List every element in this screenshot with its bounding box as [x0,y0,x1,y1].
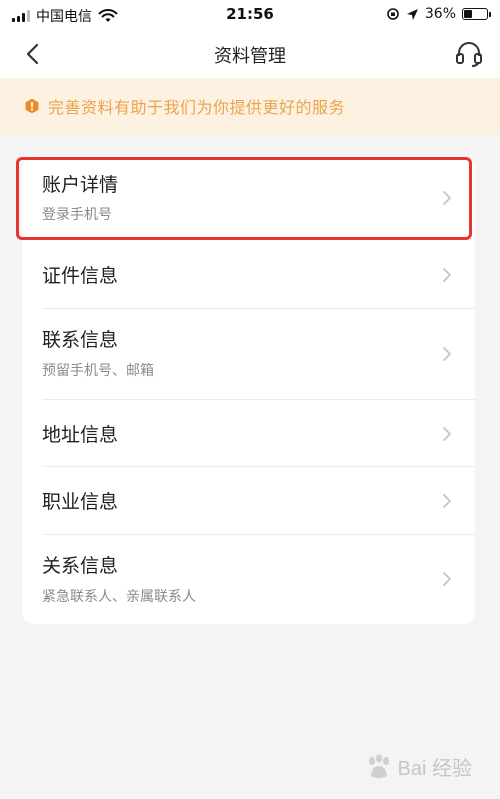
chevron-right-icon [443,268,451,282]
status-right: 36% [386,6,491,22]
customer-service-button[interactable] [452,37,486,71]
status-bar: 中国电信 21:56 36% [0,0,500,30]
menu-item-title: 证件信息 [42,265,119,287]
notice-text: 完善资料有助于我们为你提供更好的服务 [48,98,346,117]
page-title: 资料管理 [214,46,286,67]
warning-shield-icon [25,98,39,114]
paw-logo-icon [368,754,389,778]
menu-item-title: 账户详情 [42,174,119,196]
screen: 中国电信 21:56 36% 资料管理 完善资料有助于我们为你提供更好的服务 账… [0,0,500,799]
menu-item-subtitle: 紧急联系人、亲属联系人 [42,589,196,605]
battery-icon [462,8,491,20]
menu-item-title: 职业信息 [42,491,119,513]
headset-icon [456,42,482,67]
profile-menu-card: 账户详情 登录手机号 证件信息 联系信息 预留手机号、邮箱 地址信息 职业信息 … [22,156,475,624]
orientation-lock-icon [387,8,399,20]
notice-banner: 完善资料有助于我们为你提供更好的服务 [0,78,500,134]
chevron-right-icon [443,347,451,361]
watermark-text: Bai 经验 [397,758,472,780]
navigation-bar: 资料管理 [0,30,500,78]
menu-item-account-details[interactable]: 账户详情 登录手机号 [22,156,475,241]
location-icon [406,8,418,20]
menu-item-title: 关系信息 [42,555,119,577]
menu-item-title: 联系信息 [42,329,119,351]
battery-fill [464,10,472,18]
chevron-right-icon [443,191,451,205]
menu-item-occupation-info[interactable]: 职业信息 [22,467,475,535]
chevron-right-icon [443,427,451,441]
menu-item-title: 地址信息 [42,424,119,446]
menu-item-subtitle: 登录手机号 [42,207,112,223]
menu-item-contact-info[interactable]: 联系信息 预留手机号、邮箱 [22,309,475,400]
battery-percent: 36% [424,6,456,22]
chevron-right-icon [443,494,451,508]
menu-item-relationship-info[interactable]: 关系信息 紧急联系人、亲属联系人 [22,535,475,624]
chevron-right-icon [443,572,451,586]
menu-item-id-info[interactable]: 证件信息 [22,241,475,309]
baidu-jingyan-watermark: Bai 经验 [364,752,472,781]
menu-item-address-info[interactable]: 地址信息 [22,400,475,467]
menu-item-subtitle: 预留手机号、邮箱 [42,363,154,379]
